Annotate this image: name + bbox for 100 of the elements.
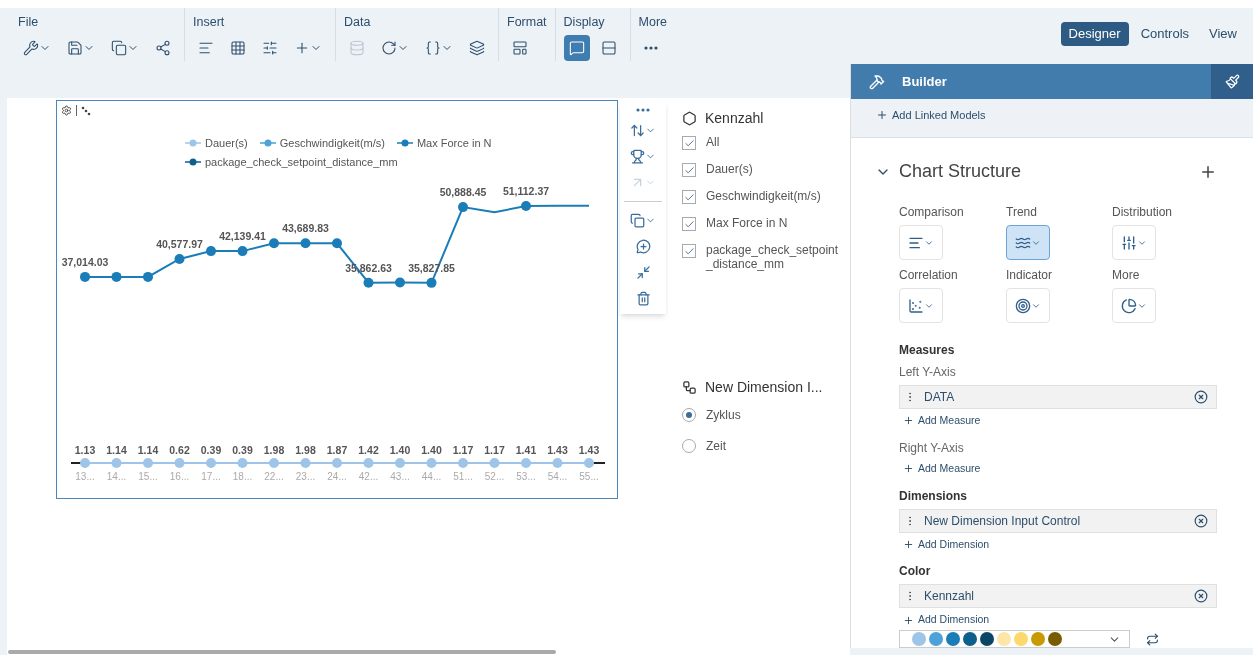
- copy-icon: [111, 39, 127, 56]
- hexagon-icon: [682, 111, 697, 126]
- legend-label: Max Force in N: [416, 136, 492, 151]
- checkbox-label: Geschwindigkeit(m/s): [706, 189, 821, 203]
- add-comment-icon: [635, 239, 651, 254]
- chart-type-label: Comparison: [899, 204, 965, 221]
- toolbar-group-label: File: [18, 16, 40, 29]
- toolbar-group-label: Data: [344, 16, 372, 29]
- checkbox[interactable]: [682, 217, 696, 231]
- radio-label: Zyklus: [706, 407, 741, 424]
- checkbox-label: Dauer(s): [706, 162, 753, 176]
- data-label: 43,689.83: [282, 222, 329, 235]
- add-link[interactable]: Add Dimension: [903, 612, 990, 628]
- axis-label: 22...: [264, 471, 284, 482]
- axis-label: Left Y-Axis: [899, 364, 957, 381]
- save-icon: [67, 39, 83, 56]
- brush-icon: [1224, 74, 1240, 89]
- scrollbar[interactable]: [8, 650, 556, 654]
- axis-label: 55...: [579, 471, 599, 482]
- toolbar-button[interactable]: [563, 34, 590, 61]
- plus-icon: [903, 538, 914, 550]
- chart-type-label: Indicator: [1006, 267, 1054, 284]
- checkbox-label: All: [706, 135, 720, 149]
- radio-label: Zeit: [706, 438, 726, 455]
- plus-icon: [903, 463, 914, 475]
- mode-tab[interactable]: View: [1201, 22, 1245, 46]
- data-label: 1.40: [421, 444, 442, 456]
- mode-tab[interactable]: Controls: [1132, 22, 1198, 46]
- data-label: 1.98: [295, 444, 316, 456]
- chart-type-button[interactable]: [1006, 225, 1050, 260]
- database-icon: [349, 39, 365, 56]
- plus-icon: [903, 614, 914, 626]
- palette-dropdown[interactable]: [899, 630, 1130, 648]
- tool-button[interactable]: [635, 291, 651, 306]
- toolbar-group-label: Insert: [193, 16, 226, 29]
- layout-icon: [512, 39, 528, 56]
- legend-label: Dauer(s): [205, 136, 248, 151]
- field-token[interactable]: DATA: [899, 385, 1217, 409]
- remove-icon: [1194, 513, 1208, 528]
- data-label: 1.41: [515, 444, 537, 456]
- checkbox[interactable]: [682, 163, 696, 177]
- axis-label: 44...: [421, 471, 442, 482]
- toolbar-group-label: More: [638, 16, 668, 29]
- axis-label: 13...: [75, 471, 95, 482]
- axis-label: 43...: [390, 471, 410, 482]
- add-link[interactable]: Add Measure: [903, 460, 981, 477]
- data-label: 1.40: [389, 444, 411, 456]
- target-icon: [1015, 297, 1031, 314]
- donut-icon: [1121, 297, 1137, 314]
- field-token[interactable]: New Dimension Input Control: [899, 508, 1217, 533]
- field-name: New Dimension Input Control: [924, 512, 1081, 530]
- filter-title: Kennzahl: [705, 109, 764, 128]
- tool-button[interactable]: [636, 108, 650, 112]
- share-icon: [155, 39, 171, 56]
- axis-label: Right Y-Axis: [899, 439, 965, 457]
- tools-icon: [869, 73, 885, 90]
- add-link[interactable]: Add Dimension: [903, 536, 990, 553]
- field-token[interactable]: Kennzahl: [899, 584, 1217, 609]
- checkbox[interactable]: [682, 190, 696, 204]
- checkbox[interactable]: [682, 244, 696, 258]
- legend-label: Geschwindigkeit(m/s): [279, 136, 385, 151]
- refresh-icon: [381, 39, 397, 56]
- tool-button[interactable]: [635, 265, 651, 280]
- data-label: 51,112.37: [502, 185, 550, 197]
- nodes-icon: [81, 105, 91, 116]
- field-name: Kennzahl: [924, 588, 975, 606]
- collapse-icon: [635, 265, 651, 280]
- field-name: DATA: [924, 389, 955, 406]
- tool-button[interactable]: [630, 213, 656, 228]
- chart-type-label: Correlation: [899, 267, 959, 284]
- axis-label: 53...: [516, 471, 536, 482]
- data-label: 37,014.03: [61, 255, 109, 268]
- trophy-icon: [630, 149, 645, 164]
- tool-button[interactable]: [630, 149, 656, 164]
- legend-label: package_check_setpoint_distance_mm: [205, 154, 398, 170]
- checkbox-label: Max Force in N: [706, 216, 788, 230]
- plus-icon: [903, 415, 914, 427]
- axis-label: 24...: [327, 471, 347, 482]
- mode-tab[interactable]: Designer: [1060, 22, 1129, 46]
- checkbox[interactable]: [682, 136, 696, 150]
- axis-label: 15...: [138, 471, 158, 482]
- chart-widget[interactable]: [56, 100, 618, 499]
- panel-title: Builder: [902, 72, 947, 91]
- toolbar-group-label: Display: [563, 16, 606, 29]
- tool-button[interactable]: [630, 123, 656, 138]
- axis-label: 16...: [169, 471, 190, 482]
- toolbar-group-label: Format: [507, 16, 547, 29]
- add-linked-models-link[interactable]: Add Linked Models: [876, 107, 986, 124]
- section-toggle[interactable]: Chart Structure: [875, 158, 1022, 185]
- styling-button[interactable]: [1211, 64, 1253, 99]
- swap-icon: [1146, 632, 1159, 646]
- add-link[interactable]: Add Measure: [903, 413, 981, 429]
- data-label: 1.14: [106, 444, 127, 456]
- data-label: 50,888.45: [439, 186, 487, 199]
- data-label: 1.17: [484, 444, 505, 456]
- split-view-icon: [600, 39, 617, 56]
- tool-button[interactable]: [635, 239, 651, 254]
- data-label: 0.62: [169, 444, 190, 456]
- remove-icon: [1194, 390, 1208, 404]
- axis-label: 54...: [547, 471, 568, 482]
